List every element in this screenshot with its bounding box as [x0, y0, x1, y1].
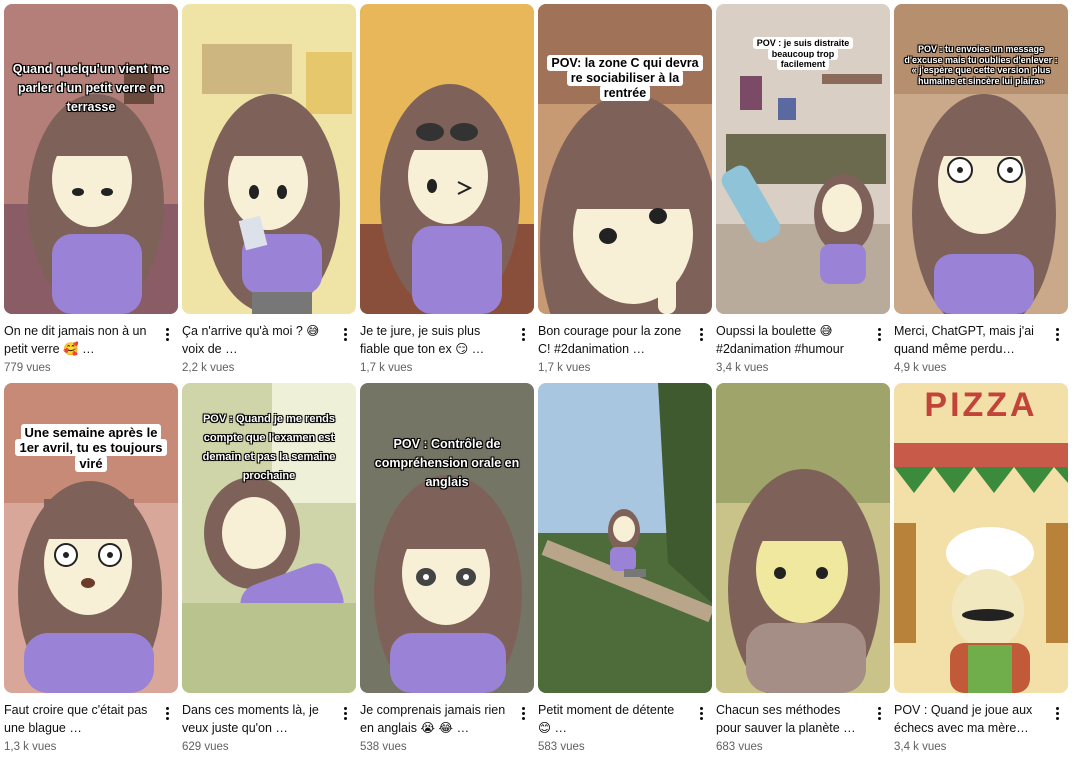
view-count: 2,2 k vues — [182, 362, 235, 374]
short-card[interactable]: POV: la zone C qui devra re sociabiliser… — [538, 4, 712, 374]
video-title[interactable]: Je te jure, je suis plus fiable que ton … — [360, 322, 510, 358]
thumbnail-art — [716, 4, 890, 314]
video-title[interactable]: Bon courage pour la zone C! #2danimation… — [538, 322, 688, 358]
short-thumbnail[interactable]: POV : Contrôle de compréhension orale en… — [360, 383, 534, 693]
more-vert-icon[interactable] — [872, 703, 886, 723]
short-thumbnail[interactable] — [716, 383, 890, 693]
more-vert-icon[interactable] — [1050, 324, 1064, 344]
shorts-grid: Quand quelqu'un vient me parler d'un pet… — [4, 4, 1068, 753]
short-thumbnail[interactable]: PIZZA — [894, 383, 1068, 693]
view-count: 583 vues — [538, 741, 585, 753]
thumbnail-art — [538, 383, 712, 693]
video-title[interactable]: Petit moment de détente 😊 … — [538, 701, 688, 737]
view-count: 779 vues — [4, 362, 51, 374]
thumbnail-art — [4, 383, 178, 693]
short-thumbnail[interactable]: Une semaine après le 1er avril, tu es to… — [4, 383, 178, 693]
short-card[interactable]: PIZZA POV : Quand je joue aux échecs ave… — [894, 383, 1068, 753]
thumbnail-art — [894, 383, 1068, 693]
thumbnail-art — [182, 4, 356, 314]
more-vert-icon[interactable] — [160, 703, 174, 723]
short-card[interactable]: Ça n'arrive qu'à moi ? 😅 voix de … 2,2 k… — [182, 4, 356, 374]
more-vert-icon[interactable] — [516, 703, 530, 723]
short-card[interactable]: Chacun ses méthodes pour sauver la planè… — [716, 383, 890, 753]
view-count: 538 vues — [360, 741, 407, 753]
more-vert-icon[interactable] — [872, 324, 886, 344]
video-title[interactable]: Dans ces moments là, je veux juste qu'on… — [182, 701, 332, 737]
video-title[interactable]: On ne dit jamais non à un petit verre 🥰 … — [4, 322, 154, 358]
more-vert-icon[interactable] — [338, 324, 352, 344]
video-title[interactable]: Chacun ses méthodes pour sauver la planè… — [716, 701, 866, 737]
more-vert-icon[interactable] — [694, 703, 708, 723]
short-card[interactable]: Une semaine après le 1er avril, tu es to… — [4, 383, 178, 753]
short-thumbnail[interactable] — [182, 4, 356, 314]
short-card[interactable]: Quand quelqu'un vient me parler d'un pet… — [4, 4, 178, 374]
view-count: 3,4 k vues — [894, 741, 947, 753]
short-thumbnail[interactable] — [538, 383, 712, 693]
short-thumbnail[interactable]: POV : je suis distraite beaucoup trop fa… — [716, 4, 890, 314]
view-count: 1,3 k vues — [4, 741, 57, 753]
view-count: 683 vues — [716, 741, 763, 753]
more-vert-icon[interactable] — [338, 703, 352, 723]
short-card[interactable]: Je te jure, je suis plus fiable que ton … — [360, 4, 534, 374]
short-thumbnail[interactable] — [360, 4, 534, 314]
short-card[interactable]: POV : tu envoies un message d'excuse mai… — [894, 4, 1068, 374]
short-card[interactable]: POV : Contrôle de compréhension orale en… — [360, 383, 534, 753]
thumbnail-art — [894, 4, 1068, 314]
short-thumbnail[interactable]: POV : Quand je me rends compte que l'exa… — [182, 383, 356, 693]
thumbnail-art — [4, 4, 178, 314]
thumbnail-art — [182, 383, 356, 693]
thumbnail-art — [538, 4, 712, 314]
view-count: 1,7 k vues — [360, 362, 413, 374]
short-thumbnail[interactable]: Quand quelqu'un vient me parler d'un pet… — [4, 4, 178, 314]
video-title[interactable]: Je comprenais jamais rien en anglais 😭 😂… — [360, 701, 510, 737]
video-title[interactable]: POV : Quand je joue aux échecs avec ma m… — [894, 701, 1044, 737]
short-thumbnail[interactable]: POV: la zone C qui devra re sociabiliser… — [538, 4, 712, 314]
short-thumbnail[interactable]: POV : tu envoies un message d'excuse mai… — [894, 4, 1068, 314]
video-title[interactable]: Faut croire que c'était pas une blague … — [4, 701, 154, 737]
short-card[interactable]: POV : je suis distraite beaucoup trop fa… — [716, 4, 890, 374]
short-card[interactable]: Petit moment de détente 😊 … 583 vues — [538, 383, 712, 753]
more-vert-icon[interactable] — [694, 324, 708, 344]
short-card[interactable]: POV : Quand je me rends compte que l'exa… — [182, 383, 356, 753]
view-count: 3,4 k vues — [716, 362, 769, 374]
view-count: 629 vues — [182, 741, 229, 753]
video-title[interactable]: Merci, ChatGPT, mais j'ai quand même per… — [894, 322, 1044, 358]
more-vert-icon[interactable] — [516, 324, 530, 344]
video-title[interactable]: Ça n'arrive qu'à moi ? 😅 voix de … — [182, 322, 332, 358]
view-count: 4,9 k vues — [894, 362, 947, 374]
view-count: 1,7 k vues — [538, 362, 591, 374]
thumbnail-art — [360, 383, 534, 693]
thumbnail-art — [360, 4, 534, 314]
video-title[interactable]: Oupssi la boulette 😅 #2danimation #humou… — [716, 322, 866, 358]
more-vert-icon[interactable] — [1050, 703, 1064, 723]
more-vert-icon[interactable] — [160, 324, 174, 344]
thumbnail-art — [716, 383, 890, 693]
